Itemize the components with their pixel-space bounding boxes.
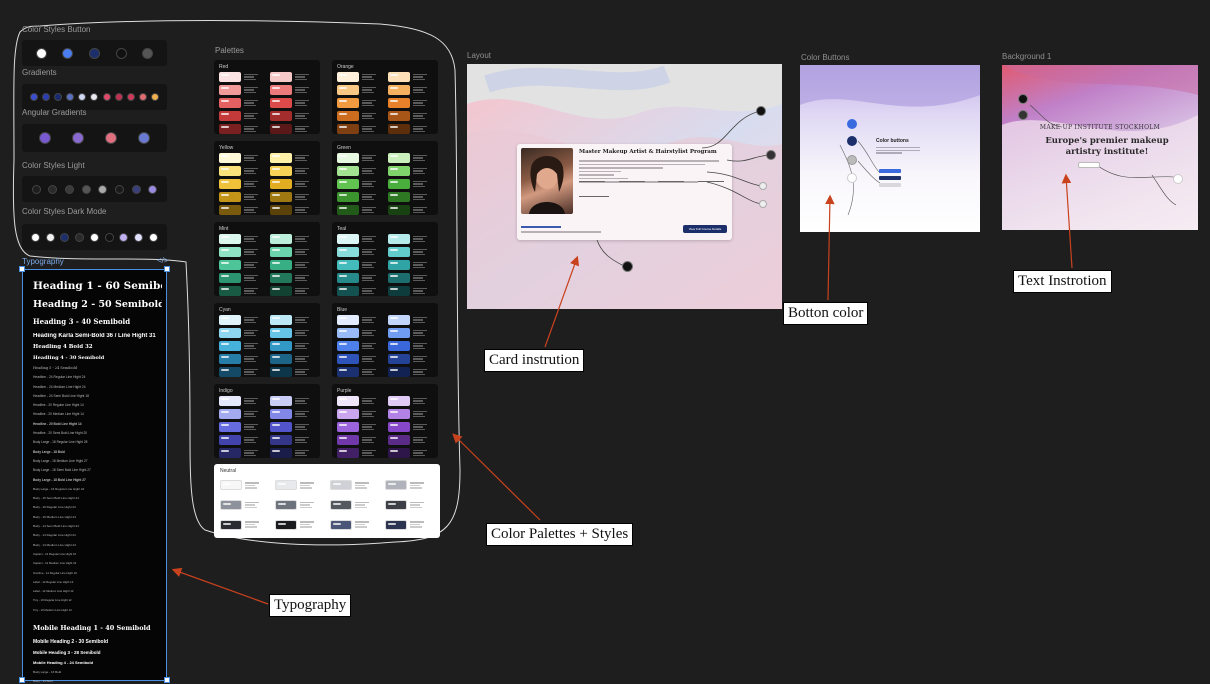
annotation-arrows	[171, 173, 1073, 605]
text-annotation: Text Instrotion	[1013, 270, 1112, 293]
card-annotation: Card instrution	[484, 349, 585, 372]
typography-annotation: Typography	[269, 594, 352, 617]
button-annotation: Botton color	[783, 302, 869, 325]
palettes-annotation: Color Palettes + Styles	[486, 523, 634, 546]
